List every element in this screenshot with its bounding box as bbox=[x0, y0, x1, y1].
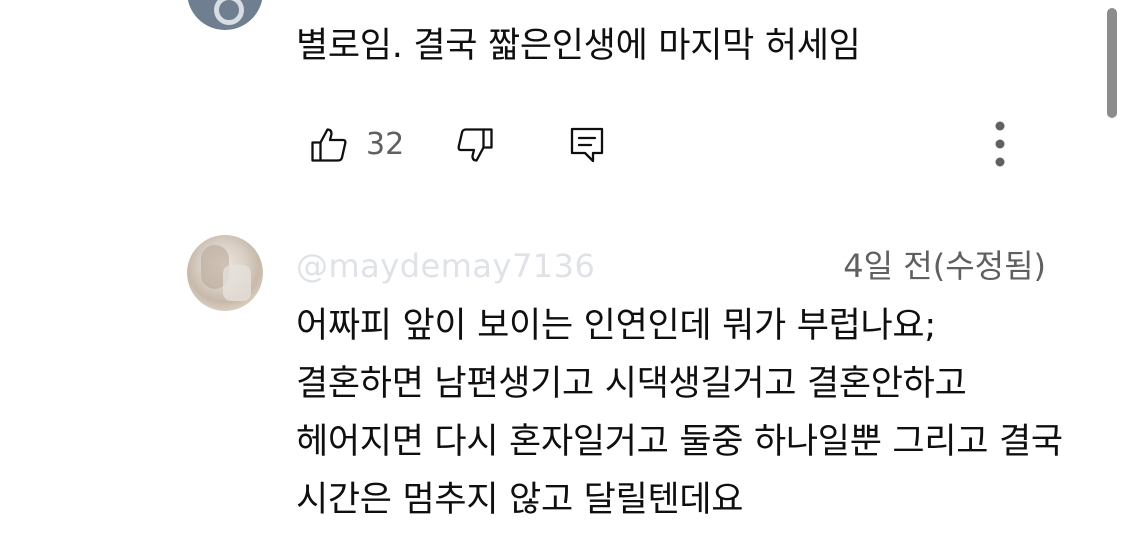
comments-screen: 별로임. 결국 짧은인생에 마지막 허세임 32 @maydemay7136 4… bbox=[0, 0, 1124, 554]
thumbs-down-icon bbox=[456, 126, 494, 164]
comment-action-bar: 32 bbox=[310, 121, 1030, 169]
comment-timestamp: 4일 전(수정됨) bbox=[843, 247, 1046, 285]
scrollbar[interactable] bbox=[1107, 8, 1117, 118]
avatar-ring-shape bbox=[214, 0, 244, 25]
thumbs-up-icon bbox=[310, 126, 348, 164]
avatar-figure-light bbox=[223, 265, 251, 301]
more-options-button[interactable] bbox=[990, 121, 1010, 169]
commenter-avatar-top[interactable] bbox=[187, 0, 263, 30]
like-button[interactable]: 32 bbox=[310, 122, 404, 168]
comment-text: 어짜피 앞이 보이는 인연인데 뭐가 부럽나요; 결혼하면 남편생기고 시댁생길… bbox=[296, 306, 1063, 520]
like-count: 32 bbox=[366, 127, 405, 162]
comment-username[interactable]: @maydemay7136 bbox=[296, 246, 595, 286]
reply-button[interactable] bbox=[569, 122, 605, 168]
comment-text: 별로임. 결국 짧은인생에 마지막 허세임 bbox=[296, 26, 861, 66]
commenter-avatar[interactable] bbox=[187, 235, 263, 311]
more-vertical-icon bbox=[990, 121, 1010, 169]
reply-comment-icon bbox=[569, 126, 605, 164]
dislike-button[interactable] bbox=[456, 122, 494, 168]
